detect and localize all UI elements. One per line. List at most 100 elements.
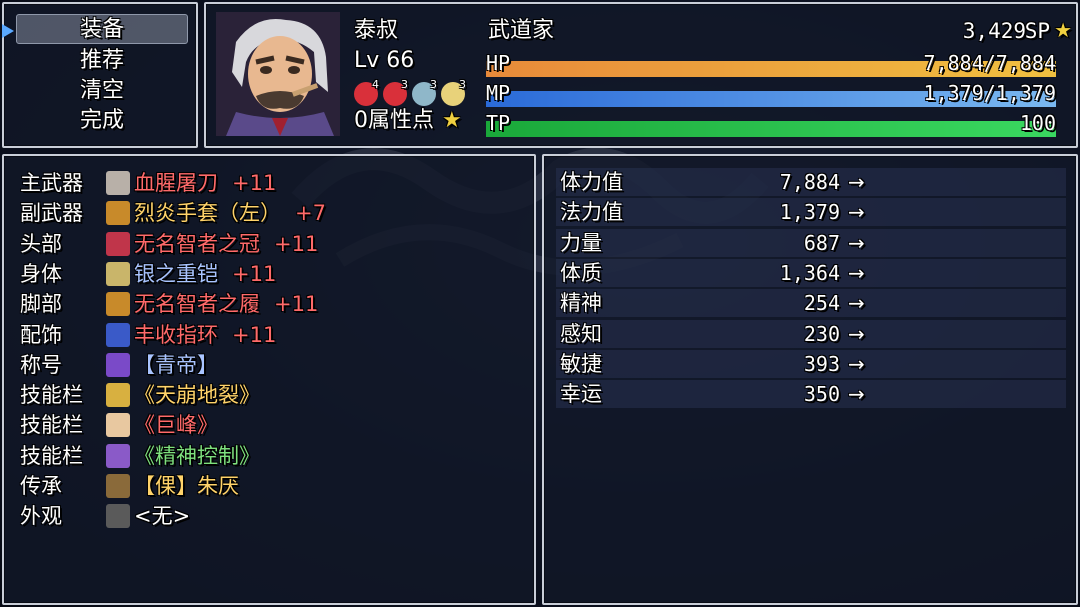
tp-label: TP [486, 111, 511, 135]
equip-slot-label: 称号 [20, 352, 62, 377]
param-row: 敏捷 393 → [556, 349, 1066, 378]
param-value: 393 [803, 351, 840, 376]
gear-emblem-icon [106, 474, 130, 498]
param-name: 体质 [560, 260, 602, 285]
equip-slot-row[interactable]: 身体 银之重铠 +11 [20, 259, 530, 289]
mp-gauge: MP 1,379/1,379 [486, 78, 1056, 108]
param-row: 精神 254 → [556, 289, 1066, 318]
sp-star-icon: ★ [1054, 18, 1072, 42]
param-value: 687 [803, 230, 840, 255]
param-arrow-icon: → [848, 260, 865, 285]
param-row: 幸运 350 → [556, 380, 1066, 409]
equip-item-name: 烈炎手套（左） +7 [134, 201, 326, 226]
param-arrow-icon: → [848, 230, 865, 255]
quake-skill-icon [106, 383, 130, 408]
cursor-arrow-icon [2, 24, 14, 38]
param-arrow-icon: → [848, 382, 865, 407]
command-clear[interactable]: 清空 [16, 76, 188, 106]
equip-item-name: 【倮】朱厌 [134, 474, 239, 498]
state-icons: 4 3 3 3 [354, 78, 474, 108]
tp-gauge: TP 100 [486, 108, 1056, 138]
equip-item-plus: +11 [274, 292, 319, 317]
hp-label: HP [486, 51, 511, 75]
equip-slot-label: 主武器 [20, 171, 83, 195]
param-value: 350 [803, 382, 840, 407]
equip-slot-row[interactable]: 头部 无名智者之冠 +11 [20, 229, 530, 259]
param-name: 法力值 [560, 200, 623, 225]
star-badge-icon [106, 352, 130, 377]
command-window: 装备 推荐 清空 完成 [2, 2, 198, 148]
actor-class: 武道家 [488, 18, 555, 43]
param-row: 体质 1,364 → [556, 258, 1066, 287]
param-name: 力量 [560, 230, 602, 255]
equip-item-name: 《天崩地裂》 [134, 383, 260, 408]
equip-slot-label: 传承 [20, 474, 62, 498]
equip-slot-row[interactable]: 技能栏 《天崩地裂》 [20, 380, 530, 410]
equip-slot-label: 技能栏 [20, 443, 83, 468]
param-name: 精神 [560, 291, 602, 316]
boots-icon [106, 292, 130, 317]
empty-slot-icon [106, 504, 130, 529]
tp-value: 100 [1019, 111, 1056, 135]
equip-slot-row[interactable]: 传承 【倮】朱厌 [20, 471, 530, 501]
mp-value: 1,379/1,379 [923, 81, 1056, 105]
equip-item-plus: +11 [232, 261, 277, 286]
equip-item-name: 丰收指环 +11 [134, 322, 277, 347]
equip-slot-row[interactable]: 主武器 血腥屠刀 +11 [20, 168, 530, 198]
equip-slot-row[interactable]: 副武器 烈炎手套（左） +7 [20, 198, 530, 228]
attribute-star-icon: ★ [442, 108, 462, 133]
equip-slot-label: 技能栏 [20, 383, 83, 408]
equip-slot-row[interactable]: 外观 <无> [20, 501, 530, 531]
state-turns: 3 [430, 78, 437, 91]
command-equip[interactable]: 装备 [16, 14, 188, 44]
equip-item-name: <无> [134, 504, 191, 529]
equip-slot-row[interactable]: 技能栏 《精神控制》 [20, 441, 530, 471]
param-arrow-icon: → [848, 321, 865, 346]
param-row: 感知 230 → [556, 319, 1066, 348]
param-row: 力量 687 → [556, 228, 1066, 257]
armor-icon [106, 261, 130, 286]
param-value: 1,379 [779, 200, 840, 225]
param-name: 体力值 [560, 170, 623, 194]
param-name: 敏捷 [560, 351, 602, 376]
equip-item-plus: +11 [274, 231, 319, 256]
param-row: 体力值 7,884 → [556, 168, 1066, 196]
equip-slot-row[interactable]: 脚部 无名智者之履 +11 [20, 289, 530, 319]
param-arrow-icon: → [848, 291, 865, 316]
mp-label: MP [486, 81, 511, 105]
param-arrow-icon: → [848, 351, 865, 376]
equip-slot-label: 外观 [20, 504, 62, 529]
equip-item-name: 【青帝】 [134, 352, 218, 377]
param-arrow-icon: → [848, 170, 865, 194]
param-name: 幸运 [560, 382, 602, 407]
peak-skill-icon [106, 413, 130, 438]
command-optimize[interactable]: 推荐 [16, 46, 188, 76]
sp-value: 3,429 [962, 19, 1026, 43]
equip-item-plus: +11 [232, 322, 277, 347]
actor-level: Lv 66 [354, 48, 415, 73]
blade-icon [106, 171, 130, 195]
actor-name: 泰叔 [354, 18, 399, 43]
param-value: 7,884 [779, 170, 840, 194]
equip-slot-label: 身体 [20, 261, 62, 286]
command-finish[interactable]: 完成 [16, 106, 188, 136]
equip-slot-label: 副武器 [20, 201, 83, 226]
parameter-window: 体力值 7,884 → 法力值 1,379 → 力量 687 → 体质 1,364 → 精神 254 → 感知… [542, 154, 1078, 605]
equip-slot-row[interactable]: 称号 【青帝】 [20, 350, 530, 380]
equip-slot-label: 技能栏 [20, 413, 83, 438]
equip-item-plus: +7 [295, 201, 326, 226]
equip-slot-row[interactable]: 配饰 丰收指环 +11 [20, 320, 530, 350]
eye-skill-icon [106, 443, 130, 468]
equip-item-name: 无名智者之履 +11 [134, 292, 319, 317]
attribute-points: 0属性点 [354, 108, 434, 133]
equip-slot-row[interactable]: 技能栏 《巨峰》 [20, 410, 530, 440]
equip-slot-label: 头部 [20, 231, 62, 256]
equipment-slot-window: 主武器 血腥屠刀 +11 副武器 烈炎手套（左） +7 头部 无名智者之冠 +11 身体 银之重铠 +… [2, 154, 536, 605]
param-value: 254 [803, 291, 840, 316]
equip-item-name: 《精神控制》 [134, 443, 260, 468]
equip-item-name: 银之重铠 +11 [134, 261, 277, 286]
state-turns: 4 [372, 78, 379, 91]
param-value: 230 [803, 321, 840, 346]
ring-icon [106, 322, 130, 347]
actor-face-portrait [216, 12, 340, 136]
